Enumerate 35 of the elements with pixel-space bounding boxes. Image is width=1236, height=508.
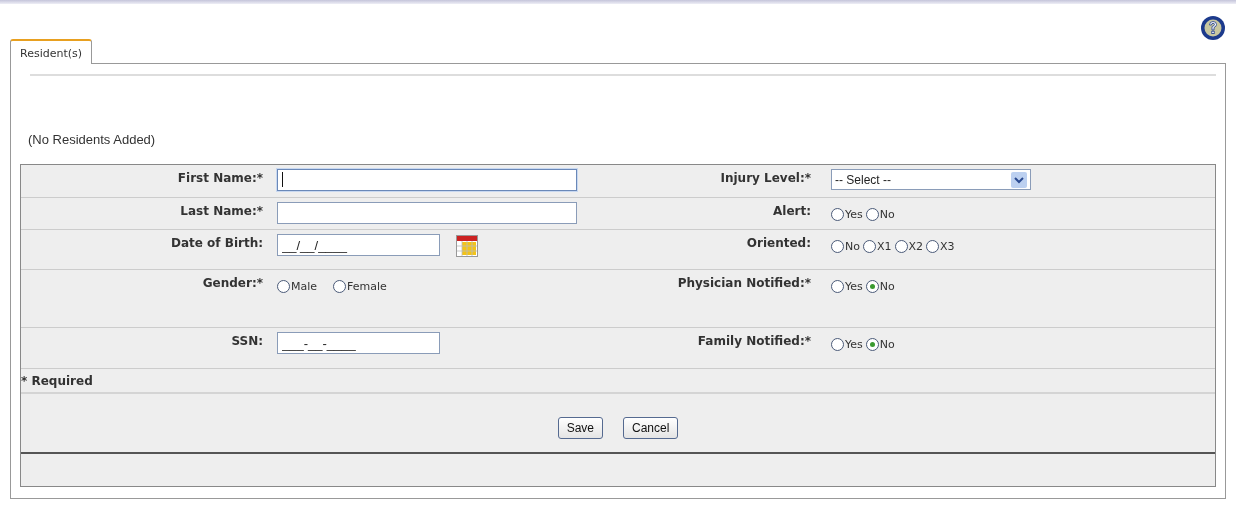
field-label: Last Name:* bbox=[179, 203, 263, 220]
radio-option[interactable]: No bbox=[831, 240, 860, 253]
field-label: Physician Notified:* bbox=[676, 275, 811, 292]
field-label: Oriented: bbox=[745, 235, 811, 252]
radio-option[interactable]: X1 bbox=[862, 240, 892, 253]
radio-option[interactable]: Female bbox=[333, 280, 387, 293]
radio-option[interactable]: X3 bbox=[926, 240, 955, 253]
date-field[interactable]: __/__/____ bbox=[277, 234, 440, 256]
field-label: First Name:* bbox=[176, 170, 263, 187]
text-field[interactable]: ___-__-____ bbox=[277, 332, 440, 354]
radio-option[interactable]: Yes bbox=[831, 280, 863, 293]
calendar-icon[interactable] bbox=[456, 235, 478, 257]
field-label: SSN: bbox=[230, 333, 263, 350]
field-label: Date of Birth: bbox=[170, 235, 263, 252]
field-label: Family Notified:* bbox=[696, 333, 811, 350]
field-label: Gender:* bbox=[201, 275, 263, 292]
radio-option[interactable]: Yes bbox=[831, 338, 863, 351]
help-icon[interactable] bbox=[1200, 15, 1226, 41]
form-button[interactable]: Cancel bbox=[623, 417, 679, 439]
form-button[interactable]: Save bbox=[557, 417, 603, 439]
radio-option[interactable]: X2 bbox=[894, 240, 924, 253]
empty-message: (No Residents Added) bbox=[28, 132, 157, 149]
text-field[interactable] bbox=[277, 202, 577, 224]
tab[interactable]: Resident(s) bbox=[10, 39, 93, 64]
field-label: Injury Level:* bbox=[719, 170, 811, 187]
caret-icon bbox=[1011, 171, 1027, 188]
required-note: * Required bbox=[21, 373, 93, 388]
radio-option[interactable]: Male bbox=[277, 280, 318, 293]
radio-option[interactable]: No bbox=[865, 338, 895, 351]
injury-level-dropdown[interactable]: -- Select -- bbox=[831, 169, 1031, 190]
field-label: Alert: bbox=[772, 203, 811, 220]
radio-option[interactable]: No bbox=[865, 208, 895, 221]
radio-option[interactable]: Yes bbox=[831, 208, 863, 221]
text-field[interactable] bbox=[277, 169, 577, 191]
radio-option[interactable]: No bbox=[865, 280, 895, 293]
